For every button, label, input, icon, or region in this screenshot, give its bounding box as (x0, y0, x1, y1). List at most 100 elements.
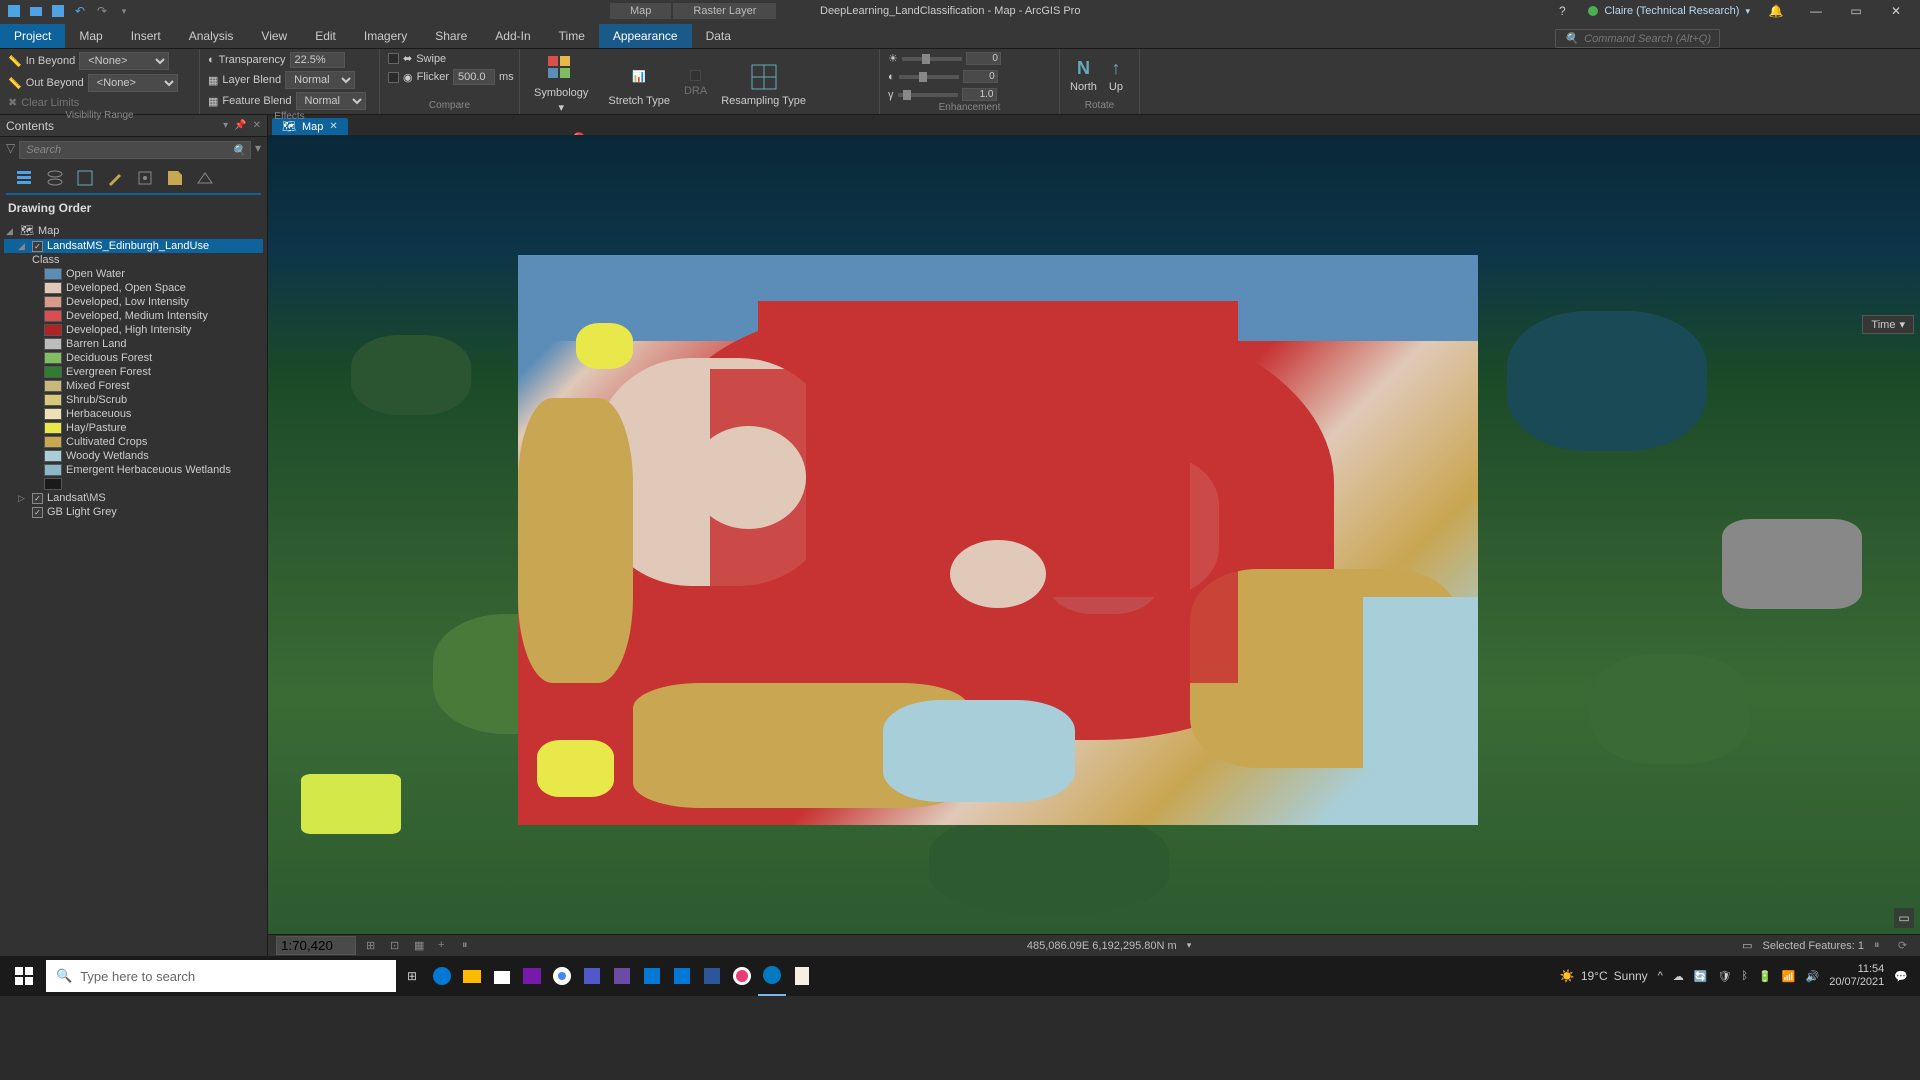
onenote-icon[interactable] (518, 956, 546, 996)
tab-share[interactable]: Share (421, 24, 481, 48)
flicker-input[interactable] (453, 69, 495, 85)
expander-icon[interactable]: ◢ (6, 226, 16, 237)
legend-item[interactable]: Mixed Forest (4, 379, 263, 393)
notifications-icon[interactable]: 🔔 (1762, 1, 1790, 21)
store-icon[interactable] (488, 956, 516, 996)
rotate-up-button[interactable]: ↑Up (1105, 56, 1127, 95)
contrast-control[interactable]: ◐ (886, 69, 1000, 84)
tab-edit[interactable]: Edit (301, 24, 350, 48)
save-icon[interactable] (50, 3, 66, 19)
minimize-button[interactable]: — (1802, 1, 1830, 21)
clear-limits-button[interactable]: ✖ Clear Limits (6, 95, 81, 110)
legend-item[interactable]: Woody Wetlands (4, 449, 263, 463)
legend-item[interactable]: Developed, Medium Intensity (4, 309, 263, 323)
file-explorer-icon[interactable] (458, 956, 486, 996)
symbology-button[interactable]: Symbology▾ (526, 51, 596, 116)
sb-refresh-icon[interactable]: ⟳ (1898, 939, 1912, 953)
app-icon-1[interactable] (608, 956, 636, 996)
gamma-spinner[interactable] (962, 88, 997, 101)
toc-layer-landuse[interactable]: ◢✓LandsatMS_Edinburgh_LandUse (4, 239, 263, 253)
selected-features-label[interactable]: Selected Features: 1 (1763, 940, 1865, 952)
task-view-icon[interactable]: ⊞ (398, 956, 426, 996)
context-tab-raster-layer[interactable]: Raster Layer (673, 3, 776, 19)
legend-item[interactable]: Emergent Herbaceuous Wetlands (4, 463, 263, 477)
sb-dynamic-icon[interactable]: + (438, 939, 452, 953)
tab-insert[interactable]: Insert (117, 24, 175, 48)
swipe-button[interactable]: ⬌ Swipe (386, 51, 448, 66)
redo-icon[interactable]: ↷ (94, 3, 110, 19)
word-icon[interactable] (698, 956, 726, 996)
taskbar-search[interactable]: 🔍Type here to search (46, 960, 396, 992)
resampling-button[interactable]: Resampling Type (713, 59, 814, 109)
clock[interactable]: 11:5420/07/2021 (1829, 963, 1884, 989)
arcgis-icon[interactable] (758, 956, 786, 996)
legend-item[interactable]: Barren Land (4, 337, 263, 351)
feature-blend-combo[interactable]: Normal (296, 92, 366, 110)
rotate-north-button[interactable]: NNorth (1066, 56, 1101, 95)
transparency-control[interactable]: ◐ Transparency (206, 51, 347, 69)
tab-map[interactable]: Map (65, 24, 116, 48)
command-search[interactable]: 🔍 Command Search (Alt+Q) (1555, 29, 1720, 48)
legend-item[interactable] (4, 477, 263, 491)
user-badge[interactable]: Claire (Technical Research) ▾ (1588, 5, 1750, 17)
sb-grid-icon[interactable]: ▦ (414, 939, 428, 953)
legend-item[interactable]: Evergreen Forest (4, 365, 263, 379)
toc-tab-snapping[interactable] (134, 167, 156, 189)
tray-volume-icon[interactable]: 🔊 (1806, 970, 1820, 983)
tray-wifi-icon[interactable]: 📶 (1782, 970, 1796, 983)
toc-map-node[interactable]: ◢🗺Map (4, 223, 263, 239)
search-icon[interactable]: 🔍 (232, 144, 246, 157)
layer-checkbox[interactable]: ✓ (32, 241, 43, 252)
map-overview-icon[interactable]: ▭ (1894, 908, 1914, 928)
sb-snapping-icon[interactable]: ⊡ (390, 939, 404, 953)
legend-item[interactable]: Herbaceuous (4, 407, 263, 421)
sb-pause2-icon[interactable]: ⏸ (1874, 939, 1888, 953)
expander-icon[interactable]: ◢ (18, 241, 28, 252)
legend-item[interactable]: Deciduous Forest (4, 351, 263, 365)
sb-pause-icon[interactable]: ⏸ (462, 939, 476, 953)
map-canvas[interactable]: Time ▾ ▭ (268, 135, 1920, 934)
out-beyond-combo[interactable]: <None> (88, 74, 178, 92)
toc-tab-labeling[interactable] (164, 167, 186, 189)
toc-tab-drawing-order[interactable] (14, 167, 36, 189)
time-panel-button[interactable]: Time ▾ (1862, 315, 1914, 334)
help-icon[interactable]: ? (1548, 1, 1576, 21)
transparency-input[interactable] (290, 52, 345, 68)
filter-icon[interactable]: ▽ (6, 141, 15, 159)
coordinates-display[interactable]: 485,086.09E 6,192,295.80N m (1027, 940, 1177, 952)
in-beyond-control[interactable]: 📏 In Beyond <None> (6, 51, 171, 71)
coords-dropdown-icon[interactable]: ▾ (1187, 940, 1192, 951)
tab-time[interactable]: Time (545, 24, 599, 48)
brightness-slider[interactable] (902, 57, 962, 61)
layer-checkbox[interactable]: ✓ (32, 493, 43, 504)
notifications-icon[interactable]: 💬 (1894, 970, 1908, 983)
flicker-button[interactable]: ◉ Flicker ms (386, 68, 516, 86)
out-beyond-control[interactable]: 📏 Out Beyond <None> (6, 73, 180, 93)
context-tab-map[interactable]: Map (610, 3, 671, 19)
toc-tab-source[interactable] (44, 167, 66, 189)
tab-add-in[interactable]: Add-In (481, 24, 544, 48)
tab-view[interactable]: View (247, 24, 301, 48)
in-beyond-combo[interactable]: <None> (79, 52, 169, 70)
itunes-icon[interactable] (728, 956, 756, 996)
tray-sync-icon[interactable]: 🔄 (1694, 970, 1708, 983)
legend-item[interactable]: Open Water (4, 267, 263, 281)
start-button[interactable] (4, 956, 44, 996)
feature-blend-control[interactable]: ▦ Feature Blend Normal (206, 91, 368, 111)
legend-item[interactable]: Developed, Open Space (4, 281, 263, 295)
tray-security-icon[interactable]: 🛡 (1718, 970, 1732, 983)
open-project-icon[interactable] (28, 3, 44, 19)
contrast-slider[interactable] (899, 75, 959, 79)
brightness-spinner[interactable] (966, 52, 1001, 65)
layer-checkbox[interactable]: ✓ (32, 507, 43, 518)
new-project-icon[interactable] (6, 3, 22, 19)
legend-item[interactable]: Hay/Pasture (4, 421, 263, 435)
undo-icon[interactable]: ↶ (72, 3, 88, 19)
expander-icon[interactable]: ▷ (18, 493, 28, 504)
gamma-control[interactable]: γ (886, 87, 999, 102)
qat-dropdown-icon[interactable]: ▾ (116, 3, 132, 19)
scale-input[interactable] (276, 936, 356, 955)
tab-imagery[interactable]: Imagery (350, 24, 421, 48)
legend-item[interactable]: Developed, High Intensity (4, 323, 263, 337)
toc-layer-gb-light-grey[interactable]: ▷✓GB Light Grey (4, 505, 263, 519)
